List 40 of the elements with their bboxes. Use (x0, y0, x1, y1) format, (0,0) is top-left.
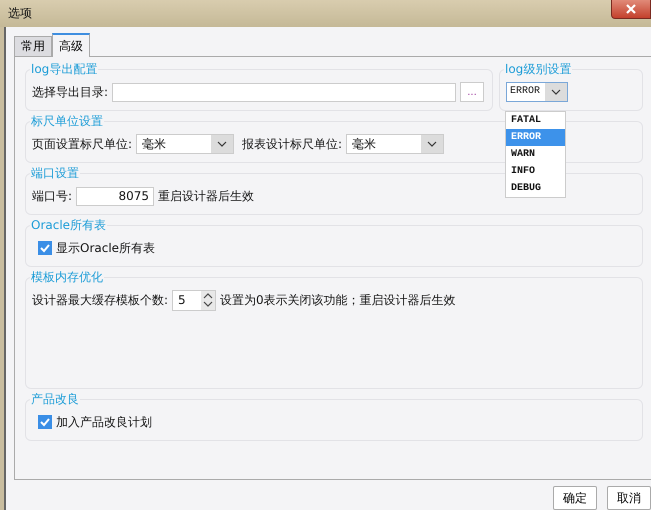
dropdown-option[interactable]: DEBUG (506, 180, 565, 197)
chevron-icon (427, 141, 438, 147)
checkbox[interactable] (38, 415, 52, 429)
unit-dropdown[interactable]: 毫米 (136, 134, 234, 154)
group-title: Oracle所有表 (30, 217, 108, 234)
dropdown-option[interactable]: WARN (506, 146, 565, 163)
field-label: 选择导出目录: (32, 84, 108, 100)
group-title: log级别设置 (504, 61, 572, 78)
close-icon (625, 4, 637, 14)
field-label: 设计器最大缓存模板个数: (32, 292, 168, 308)
spinner-arrows-icon (203, 291, 214, 309)
chevron-icon (217, 141, 228, 147)
hint-text: 设置为0表示关闭该功能；重启设计器后生效 (220, 292, 456, 308)
dropdown-option[interactable]: INFO (506, 163, 565, 180)
window-title: 选项 (8, 5, 32, 22)
browse-button[interactable]: ... (460, 82, 484, 102)
port-field[interactable]: 8075 (76, 186, 154, 206)
chevron-icon (551, 89, 561, 95)
checkbox-label: 显示Oracle所有表 (56, 240, 156, 256)
dropdown-option[interactable]: FATAL (506, 112, 565, 129)
group-title: 模板内存优化 (30, 269, 104, 286)
dialog-button[interactable]: 取消 (607, 486, 651, 510)
close-button[interactable] (611, 0, 651, 19)
number-spinner[interactable]: 5 (172, 290, 216, 310)
group-title: 端口设置 (30, 165, 80, 182)
hint-text: 重启设计器后生效 (158, 188, 254, 204)
dialog-button[interactable]: 确定 (553, 486, 597, 510)
field-label: 报表设计标尺单位: (242, 136, 342, 152)
field-label: 端口号: (32, 188, 72, 204)
checkbox-label: 加入产品改良计划 (56, 414, 152, 430)
tab[interactable]: 常用 (14, 36, 52, 56)
level-dropdown[interactable]: ERROR (506, 82, 568, 102)
directory-field[interactable] (112, 82, 456, 102)
unit-dropdown[interactable]: 毫米 (346, 134, 444, 154)
group-title: log导出配置 (30, 61, 98, 78)
checkbox[interactable] (38, 241, 52, 255)
group-title: 产品改良 (30, 391, 80, 408)
field-label: 页面设置标尺单位: (32, 136, 132, 152)
tab[interactable]: 高级 (52, 33, 90, 57)
group-title: 标尺单位设置 (30, 113, 104, 130)
